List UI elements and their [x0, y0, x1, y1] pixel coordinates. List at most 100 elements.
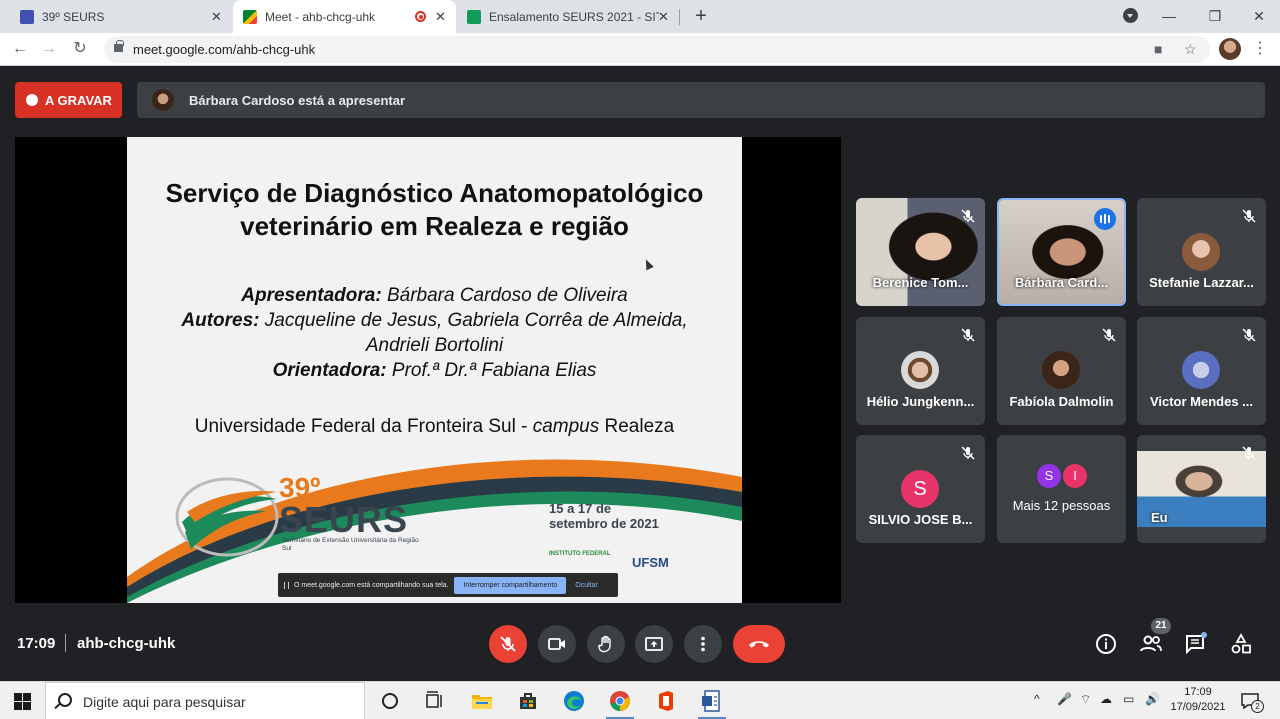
slide-credits: Apresentadora: Bárbara Cardoso de Olivei…	[127, 283, 742, 383]
tab-meet[interactable]: Meet - ahb-chcg-uhk ✕	[233, 0, 456, 33]
taskbar-search-input[interactable]: Digite aqui para pesquisar	[45, 682, 365, 719]
notification-count: 2	[1251, 700, 1264, 713]
minimize-button[interactable]: —	[1158, 5, 1180, 27]
advisor-label: Orientadora:	[272, 360, 387, 381]
camera-toggle-button[interactable]	[538, 625, 576, 663]
chat-button[interactable]	[1184, 632, 1208, 656]
hide-notice-button[interactable]: Ocultar	[575, 582, 598, 589]
task-view-icon[interactable]	[423, 689, 447, 713]
presenter-banner: Bárbara Cardoso está a apresentar	[137, 82, 1265, 118]
profile-avatar[interactable]	[1219, 38, 1241, 60]
back-button[interactable]: ←	[9, 38, 31, 60]
participant-name: Berenice Tom...	[872, 275, 969, 290]
raise-hand-button[interactable]	[587, 625, 625, 663]
participant-tile-berenice[interactable]: Berenice Tom...	[856, 198, 985, 306]
slide-title-line2: veterinário em Realeza e região	[240, 211, 629, 241]
participant-tile-helio[interactable]: Hélio Jungkenn...	[856, 317, 985, 425]
participant-tile-victor[interactable]: Victor Mendes ...	[1137, 317, 1266, 425]
participant-name: SILVIO JOSE B...	[868, 512, 973, 527]
event-name: SEURS	[279, 499, 409, 540]
reload-button[interactable]: ↻	[69, 38, 91, 60]
participant-tile-stefanie[interactable]: Stefanie Lazzar...	[1137, 198, 1266, 306]
participant-avatar	[901, 351, 939, 389]
mic-toggle-button[interactable]	[489, 625, 527, 663]
share-notice-text: O meet.google.com está compartilhando su…	[294, 581, 449, 589]
address-bar[interactable]: meet.google.com/ahb-chcg-uhk ■ ☆	[104, 36, 1210, 63]
store-icon[interactable]	[516, 689, 540, 713]
battery-tray-icon[interactable]: ▭	[1123, 692, 1134, 706]
activities-button[interactable]	[1229, 632, 1253, 656]
slide-title: Serviço de Diagnóstico Anatomopatológico…	[127, 177, 742, 243]
meeting-info-button[interactable]	[1094, 632, 1118, 656]
slide-university: Universidade Federal da Fronteira Sul - …	[127, 416, 742, 438]
browser-menu-icon[interactable]: ⋮	[1252, 38, 1268, 60]
participant-letter-avatar: S	[901, 470, 939, 508]
tab-seurs[interactable]: 39º SEURS ✕	[0, 0, 232, 33]
calendar-favicon-icon	[20, 9, 34, 24]
new-tab-button[interactable]: +	[690, 6, 712, 28]
present-screen-button[interactable]	[635, 625, 673, 663]
participant-tile-fabiola[interactable]: Fabíola Dalmolin	[997, 317, 1126, 425]
leave-call-button[interactable]	[733, 625, 785, 663]
more-avatars: S I	[1037, 464, 1089, 488]
onedrive-tray-icon[interactable]: ☁	[1100, 692, 1112, 706]
mic-off-icon	[1242, 328, 1256, 342]
forward-button[interactable]: →	[38, 38, 60, 60]
more-participants-tile[interactable]: S I Mais 12 pessoas	[997, 435, 1126, 543]
screen-share-notice: O meet.google.com está compartilhando su…	[278, 573, 618, 597]
network-tray-icon[interactable]: ⌔	[1080, 692, 1091, 707]
meeting-clock: 17:09	[17, 635, 56, 652]
maximize-button[interactable]: ❐	[1204, 5, 1226, 27]
ufsm-logo: UFSM	[632, 555, 669, 570]
recording-badge[interactable]: A GRAVAR	[15, 82, 122, 118]
authors-label: Autores:	[181, 310, 260, 331]
url-text[interactable]: meet.google.com/ahb-chcg-uhk	[133, 42, 315, 57]
mic-off-icon	[961, 446, 975, 460]
close-tab-icon[interactable]: ✕	[656, 9, 671, 24]
close-window-button[interactable]: ✕	[1248, 5, 1270, 27]
more-avatar-s: S	[1037, 464, 1061, 488]
tab-ensalamento[interactable]: Ensalamento SEURS 2021 - SITE - ✕	[457, 0, 679, 33]
tab-title: Meet - ahb-chcg-uhk	[265, 9, 376, 24]
stop-sharing-button[interactable]: Interromper compartilhamento	[454, 576, 567, 594]
presenter-avatar	[152, 89, 174, 111]
presenter-name: Bárbara Cardoso de Oliveira	[386, 285, 628, 306]
more-options-button[interactable]	[684, 625, 722, 663]
chrome-browser-icon[interactable]	[608, 689, 632, 713]
tab-search-icon[interactable]	[1123, 8, 1138, 23]
participant-count-badge: 21	[1151, 618, 1171, 634]
camera-icon	[548, 638, 565, 650]
taskbar-clock[interactable]: 17:09 17/09/2021	[1170, 685, 1226, 715]
participants-button[interactable]	[1139, 632, 1163, 656]
volume-tray-icon[interactable]: 🔊	[1145, 692, 1160, 706]
participant-tile-self[interactable]: Eu	[1137, 435, 1266, 543]
notifications-button[interactable]: 2	[1240, 692, 1264, 713]
presentation-stage[interactable]: Serviço de Diagnóstico Anatomopatológico…	[15, 137, 841, 603]
bookmark-star-icon[interactable]: ☆	[1184, 41, 1197, 58]
mic-off-icon	[961, 328, 975, 342]
cortana-icon[interactable]	[378, 689, 402, 713]
microphone-tray-icon[interactable]: 🎤	[1057, 692, 1072, 706]
office-icon[interactable]	[654, 689, 678, 713]
participant-tile-silvio[interactable]: S SILVIO JOSE B...	[856, 435, 985, 543]
lock-icon[interactable]	[114, 40, 124, 52]
event-dates-line1: 15 a 17 de	[549, 501, 612, 516]
file-explorer-icon[interactable]	[470, 689, 494, 713]
tab-separator	[679, 9, 680, 25]
windows-start-icon[interactable]	[14, 693, 31, 710]
participant-tile-barbara[interactable]: Bárbara Card...	[997, 198, 1126, 306]
edge-browser-icon[interactable]	[562, 689, 586, 713]
more-avatar-i: I	[1063, 464, 1087, 488]
camera-permission-icon[interactable]: ■	[1154, 41, 1162, 57]
meeting-code[interactable]: ahb-chcg-uhk	[77, 635, 175, 652]
participant-name: Victor Mendes ...	[1149, 394, 1254, 409]
close-tab-icon[interactable]: ✕	[433, 9, 448, 24]
recording-dot-icon	[26, 94, 38, 106]
word-document-icon[interactable]	[700, 689, 724, 713]
authors-line1: Jacqueline de Jesus, Gabriela Corrêa de …	[264, 310, 688, 331]
tray-expand-icon[interactable]: ^	[1034, 692, 1040, 706]
authors-line2: Andrieli Bortolini	[365, 335, 504, 356]
sheets-favicon-icon	[467, 9, 481, 24]
taskbar-date: 17/09/2021	[1170, 701, 1226, 713]
close-tab-icon[interactable]: ✕	[209, 9, 224, 24]
